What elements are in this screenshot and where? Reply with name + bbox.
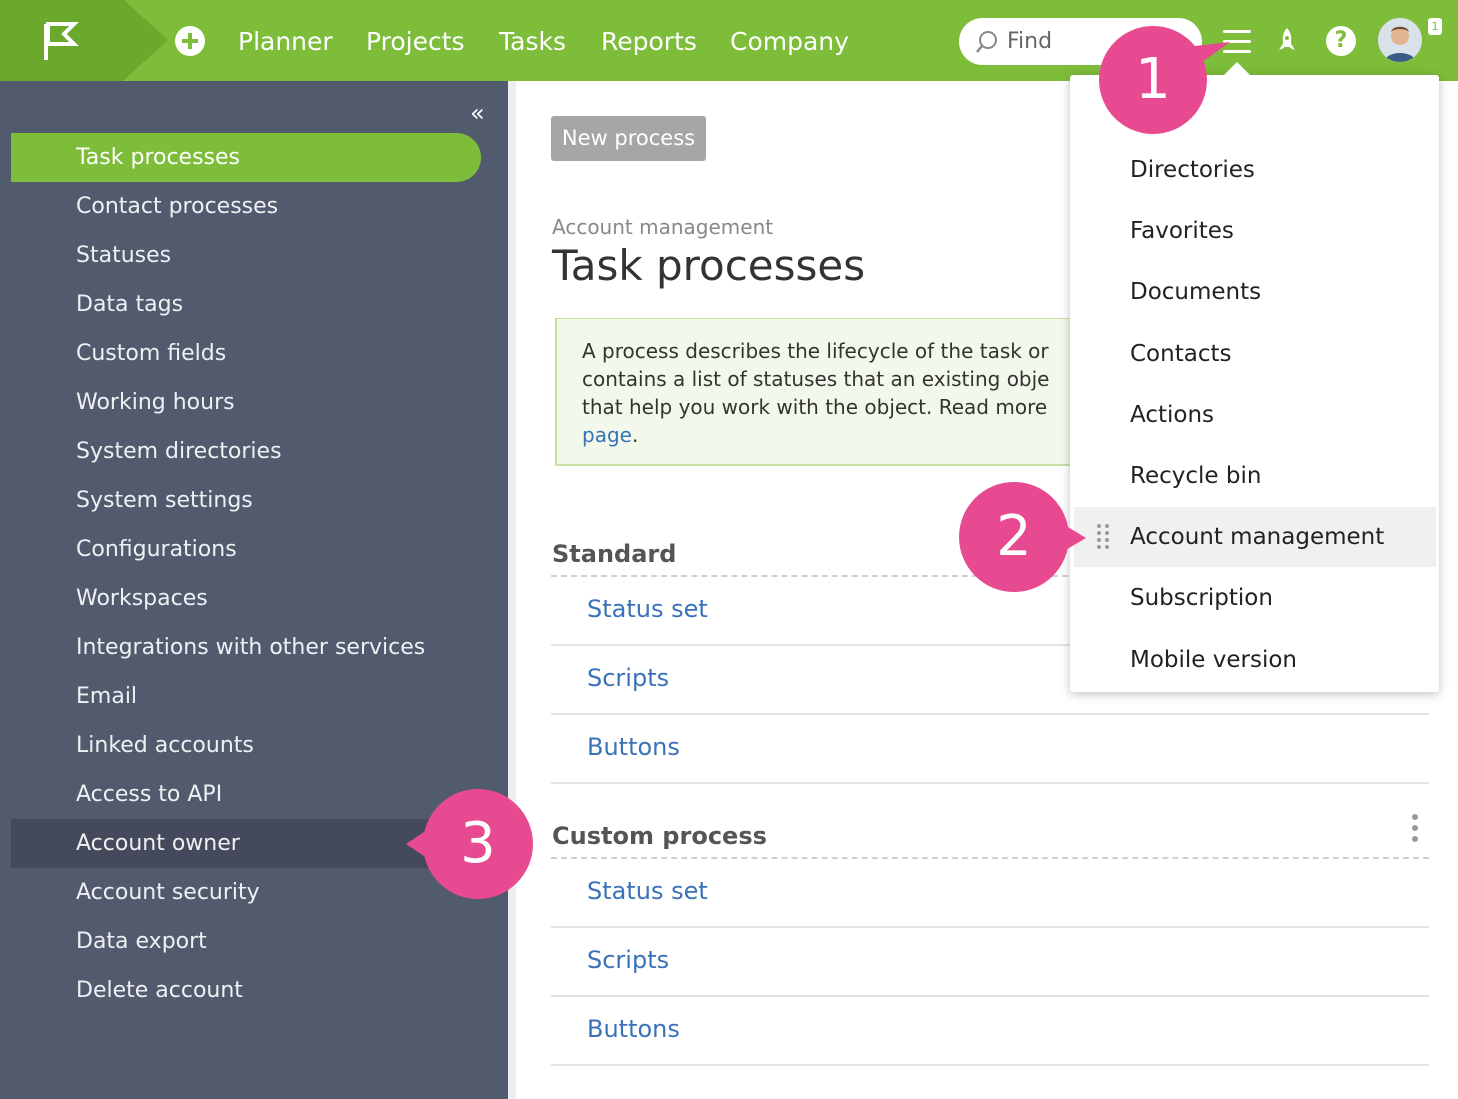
info-line: contains a list of statuses that an exis…	[582, 367, 1050, 391]
dropdown-item[interactable]: Recycle bin	[1074, 446, 1436, 506]
sidebar-item[interactable]: Integrations with other services	[11, 623, 481, 672]
sidebar-item[interactable]: Delete account	[11, 966, 481, 1015]
sidebar-item[interactable]: Data tags	[11, 280, 481, 329]
sidebar-item[interactable]: Statuses	[11, 231, 481, 280]
question-icon[interactable]: ?	[1326, 26, 1356, 56]
collapse-sidebar-icon[interactable]: «	[470, 100, 485, 126]
sidebar-item[interactable]: System directories	[11, 427, 481, 476]
process-row: Status set	[551, 859, 1429, 928]
logo-area[interactable]	[0, 0, 124, 81]
logo-arrow-shape	[124, 0, 168, 80]
sidebar-divider	[508, 81, 516, 1099]
process-row: Buttons	[551, 997, 1429, 1066]
callout-1: 1	[1099, 26, 1207, 134]
dropdown-item[interactable]: Actions	[1074, 385, 1436, 445]
callout-3: 3	[423, 789, 533, 899]
info-suffix: .	[631, 423, 639, 447]
search-icon	[976, 31, 997, 53]
sidebar-item[interactable]: Linked accounts	[11, 721, 481, 770]
info-box: A process describes the lifecycle of the…	[555, 318, 1075, 466]
sidebar-item[interactable]: Email	[11, 672, 481, 721]
info-text: A process describes the lifecycle of the…	[582, 337, 1075, 449]
process-link[interactable]: Scripts	[587, 946, 669, 974]
process-link[interactable]: Scripts	[587, 664, 669, 692]
breadcrumb[interactable]: Account management	[552, 215, 773, 239]
process-link[interactable]: Status set	[587, 877, 708, 905]
dropdown-item[interactable]: Account management	[1074, 507, 1436, 568]
avatar-image	[1378, 18, 1422, 62]
section-title: Custom process	[552, 822, 767, 850]
callout-2: 2	[959, 482, 1069, 592]
sidebar-item[interactable]: Contact processes	[11, 182, 481, 231]
new-process-button[interactable]: New process	[551, 116, 706, 161]
info-line: A process describes the lifecycle of the…	[582, 339, 1049, 363]
help-page-link[interactable]: page	[582, 423, 632, 447]
user-avatar[interactable]	[1378, 18, 1422, 62]
plus-circle-icon[interactable]	[175, 26, 205, 56]
sidebar-item[interactable]: Workspaces	[11, 574, 481, 623]
nav-tasks[interactable]: Tasks	[499, 26, 566, 58]
process-row: Buttons	[551, 715, 1429, 784]
dropdown-item[interactable]: Favorites	[1074, 201, 1436, 261]
dropdown-item[interactable]: Directories	[1074, 140, 1436, 200]
process-link[interactable]: Buttons	[587, 733, 680, 761]
page-title: Task processes	[552, 241, 866, 290]
dropdown-item[interactable]: Subscription	[1074, 568, 1436, 628]
sidebar-item[interactable]: Configurations	[11, 525, 481, 574]
process-link[interactable]: Buttons	[587, 1015, 680, 1043]
nav-planner[interactable]: Planner	[238, 26, 333, 58]
dropdown-item[interactable]: Contacts	[1074, 324, 1436, 384]
info-line: that help you work with the object. Read…	[582, 395, 1048, 419]
dropdown-item[interactable]: Documents	[1074, 262, 1436, 322]
sidebar-item[interactable]: Custom fields	[11, 329, 481, 378]
sidebar-item[interactable]: Task processes	[11, 133, 481, 182]
nav-projects[interactable]: Projects	[366, 26, 465, 58]
rocket-icon[interactable]	[1275, 26, 1299, 56]
more-options-icon[interactable]	[1409, 814, 1421, 844]
sidebar-item[interactable]: Data export	[11, 917, 481, 966]
notification-badge[interactable]: 1	[1428, 18, 1442, 35]
dropdown-item[interactable]: Mobile version	[1074, 630, 1436, 690]
sidebar-item[interactable]: System settings	[11, 476, 481, 525]
nav-reports[interactable]: Reports	[601, 26, 697, 58]
drag-handle-icon[interactable]	[1096, 523, 1110, 551]
process-link[interactable]: Status set	[587, 595, 708, 623]
process-row: Scripts	[551, 928, 1429, 997]
nav-company[interactable]: Company	[730, 26, 849, 58]
flag-logo-icon	[44, 22, 79, 60]
section-title: Standard	[552, 540, 677, 568]
sidebar-item[interactable]: Working hours	[11, 378, 481, 427]
